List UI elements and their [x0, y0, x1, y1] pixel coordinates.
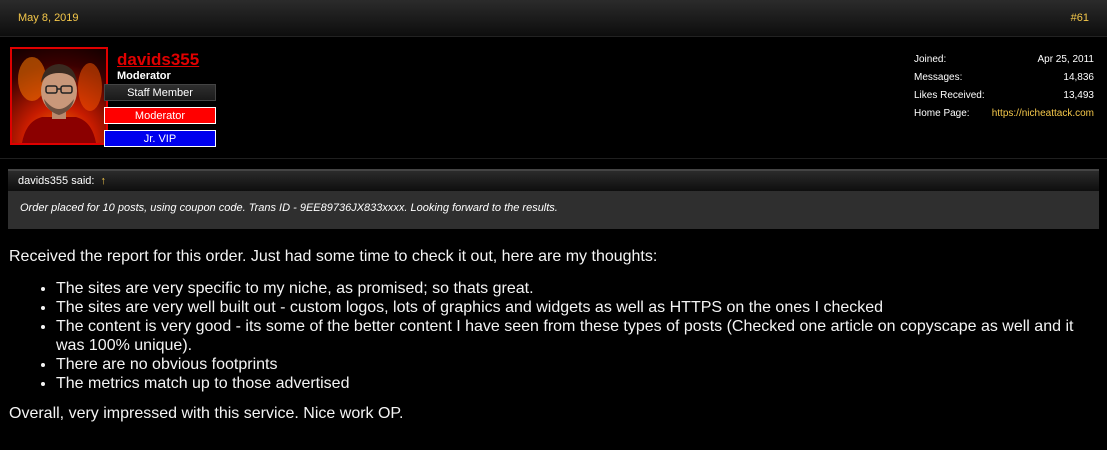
quote-author: davids355 said:: [18, 175, 95, 187]
staff-member-banner: Staff Member: [104, 84, 216, 101]
quote-text: Order placed for 10 posts, using coupon …: [20, 202, 558, 214]
stat-likes-value: 13,493: [1063, 90, 1094, 101]
quote-jump-arrow-icon[interactable]: ↑: [101, 175, 107, 187]
moderator-banner: Moderator: [104, 107, 216, 124]
post-date[interactable]: May 8, 2019: [18, 12, 79, 24]
list-item: The sites are very specific to my niche,…: [56, 279, 1089, 298]
stat-joined: Joined: Apr 25, 2011: [914, 54, 1094, 72]
post-header: May 8, 2019 #61: [0, 0, 1107, 37]
stat-joined-value: Apr 25, 2011: [1037, 54, 1094, 65]
user-stats: Joined: Apr 25, 2011 Messages: 14,836 Li…: [914, 54, 1094, 126]
stat-messages-label: Messages:: [914, 72, 963, 83]
username-link[interactable]: davids355: [117, 50, 199, 70]
list-item: There are no obvious footprints: [56, 355, 1089, 374]
stat-messages-value: 14,836: [1063, 72, 1094, 83]
homepage-link[interactable]: https://nicheattack.com: [992, 108, 1094, 126]
stat-messages: Messages: 14,836: [914, 72, 1094, 90]
stat-homepage: Home Page: https://nicheattack.com: [914, 108, 1094, 126]
post-outro: Overall, very impressed with this servic…: [9, 405, 404, 422]
list-item: The sites are very well built out - cust…: [56, 298, 1089, 317]
stat-homepage-label: Home Page:: [914, 108, 970, 119]
post-intro: Received the report for this order. Just…: [9, 248, 658, 265]
quote-header: davids355 said: ↑: [8, 169, 1099, 191]
avatar[interactable]: [10, 47, 108, 145]
avatar-portrait-icon: [18, 57, 102, 143]
user-title: Moderator: [117, 70, 171, 82]
jr-vip-banner: Jr. VIP: [104, 130, 216, 147]
stat-likes: Likes Received: 13,493: [914, 90, 1094, 108]
thoughts-list: The sites are very specific to my niche,…: [9, 279, 1089, 393]
post-divider: [0, 158, 1107, 159]
post-number-link[interactable]: #61: [1071, 12, 1089, 24]
list-item: The content is very good - its some of t…: [56, 317, 1089, 355]
list-item: The metrics match up to those advertised: [56, 374, 1089, 393]
stat-joined-label: Joined:: [914, 54, 947, 65]
stat-likes-label: Likes Received:: [914, 90, 985, 101]
quote-block: davids355 said: ↑ Order placed for 10 po…: [8, 169, 1099, 229]
post-body: Received the report for this order. Just…: [9, 247, 1089, 423]
